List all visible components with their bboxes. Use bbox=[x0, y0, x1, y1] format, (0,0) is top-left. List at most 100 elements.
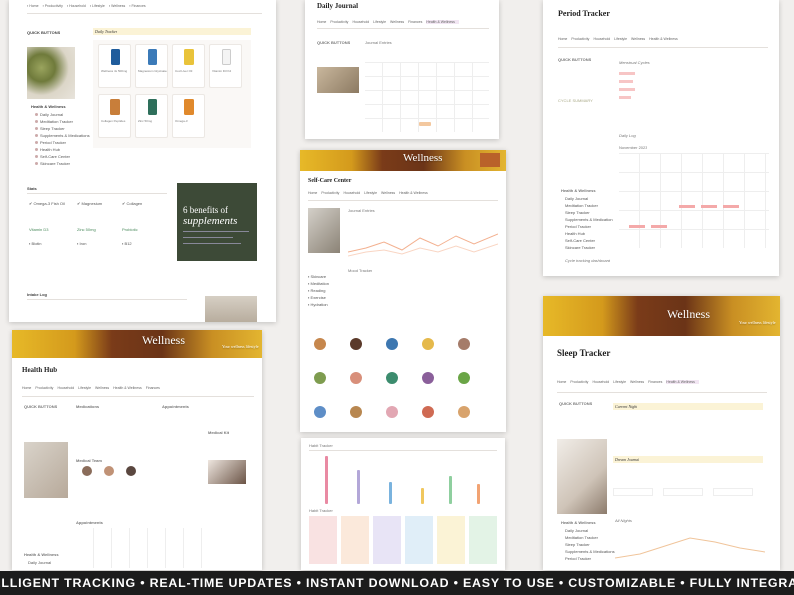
sidebar-item[interactable]: Supplements & Medication bbox=[565, 217, 613, 222]
all-nights-label: All Nights bbox=[615, 518, 632, 523]
current-night-label: Current Night bbox=[615, 404, 638, 409]
banner-sub: Your wellness lifestyle bbox=[222, 344, 259, 349]
page-title: Daily Journal bbox=[317, 2, 359, 10]
decor-image bbox=[205, 296, 257, 322]
appointments-section-label: Appointments bbox=[76, 520, 103, 525]
page-title: Health Hub bbox=[22, 366, 58, 374]
sidebar-item[interactable]: Meditation Tracker bbox=[565, 203, 598, 208]
matcha-photo bbox=[27, 47, 75, 99]
product-card[interactable]: Cod Liver Oil bbox=[172, 44, 205, 88]
banner-word: Wellness bbox=[403, 152, 443, 164]
supplement-tracker-page: ▪ Home ▪ Productivity ▪ Household ▪ Lifesty… bbox=[9, 0, 276, 322]
bar bbox=[325, 456, 328, 504]
sidebar-item[interactable]: Daily Journal bbox=[565, 196, 588, 201]
cycle-summary-label: CYCLE SUMMARY bbox=[558, 98, 593, 103]
period-tracker-page: Period Tracker Home Productivity Household… bbox=[543, 0, 779, 276]
banner-sub: Your wellness lifestyle bbox=[739, 320, 776, 325]
product-card[interactable]: Zinc 50mg bbox=[135, 94, 168, 138]
stats-heading: Stats bbox=[27, 186, 37, 191]
sidebar-item[interactable]: Daily Journal bbox=[28, 560, 51, 565]
nav-home[interactable]: ▪ Home bbox=[27, 4, 43, 8]
nav-finance[interactable]: ▪ Finances bbox=[129, 4, 149, 8]
sidebar-item[interactable]: Sleep Tracker bbox=[35, 126, 65, 131]
sidebar-item[interactable]: Period Tracker bbox=[35, 140, 66, 145]
sidebar-item[interactable]: Sleep Tracker bbox=[565, 210, 590, 215]
wellness-banner: Wellness Your wellness lifestyle bbox=[543, 296, 780, 336]
habit-table-header: Habit Tracker bbox=[309, 508, 333, 513]
medical-kit-label: Medical Kit bbox=[208, 430, 230, 435]
product-card[interactable]: Wellness 4x 500mg bbox=[98, 44, 131, 88]
journal-calendar bbox=[365, 62, 489, 132]
sidebar-item[interactable]: Self-Care Center bbox=[565, 238, 595, 243]
sidebar-item[interactable]: Health Hub bbox=[35, 147, 60, 152]
bar bbox=[421, 488, 424, 504]
bar bbox=[449, 476, 452, 504]
month-label: November 2023 bbox=[619, 145, 648, 150]
product-card[interactable]: Omega-3 bbox=[172, 94, 205, 138]
mood-tracker-label: Mood Tracker bbox=[348, 268, 373, 273]
sidebar-item[interactable]: Skincare Tracker bbox=[35, 161, 70, 166]
habit-stats-page: Habit Tracker Habit Tracker bbox=[301, 438, 505, 570]
medications-label: Medications bbox=[76, 404, 100, 409]
quick-buttons-label: QUICK BUTTONS bbox=[559, 401, 593, 406]
daily-journal-page: Daily Journal Home Productivity Household L… bbox=[305, 0, 499, 139]
sidebar-item[interactable]: Meditation Tracker bbox=[565, 535, 598, 540]
self-care-center-page: Wellness Self-Care Center Home Productivi… bbox=[300, 150, 506, 432]
doctor-avatar bbox=[126, 466, 136, 476]
product-card[interactable]: Collagen Peptides bbox=[98, 94, 131, 138]
top-nav: Home Productivity Household Lifestyle Wellne… bbox=[308, 191, 428, 195]
sidebar-item[interactable]: Sleep Tracker bbox=[565, 542, 590, 547]
doctor-avatar bbox=[104, 466, 114, 476]
doctor-avatar bbox=[82, 466, 92, 476]
journal-header: Journal Entries bbox=[348, 208, 375, 213]
sidebar-item[interactable]: Supplements & Medications bbox=[565, 549, 615, 554]
journal-entries-heading: Journal Entries bbox=[365, 40, 392, 45]
dream-journal-cards bbox=[613, 484, 763, 504]
page-title: Sleep Tracker bbox=[557, 348, 611, 358]
yoga-photo bbox=[308, 208, 340, 253]
sidebar-item[interactable]: Supplements & Medications bbox=[35, 133, 90, 138]
top-nav: Home Productivity Household Lifestyle Wellne… bbox=[558, 37, 678, 41]
bar bbox=[477, 484, 480, 504]
page-title: Self-Care Center bbox=[308, 178, 352, 184]
sidebar-heading: Health & Wellness bbox=[31, 104, 66, 109]
habit-header: Habit Tracker bbox=[309, 443, 333, 448]
sidebar-item[interactable]: Skincare Tracker bbox=[565, 245, 595, 250]
product-card[interactable]: Magnesium Glycinate bbox=[135, 44, 168, 88]
footer-tagline: INTELLIGENT TRACKING • REAL-TIME UPDATES… bbox=[0, 571, 794, 595]
quick-buttons-label: QUICK BUTTONS bbox=[27, 30, 61, 35]
promo-line2: supplements bbox=[183, 215, 238, 227]
habit-bar-chart bbox=[309, 454, 497, 504]
wellness-banner: Wellness bbox=[300, 150, 506, 171]
sleep-line-chart bbox=[615, 537, 765, 559]
cycle-tracking-label: Cycle tracking dashboard bbox=[565, 258, 611, 263]
nav-lifestyle[interactable]: ▪ Lifestyle bbox=[90, 4, 109, 8]
sidebar-item[interactable]: Meditation Tracker bbox=[35, 119, 73, 124]
woman-portrait bbox=[208, 460, 246, 484]
bar bbox=[389, 482, 392, 504]
banner-word: Wellness bbox=[667, 307, 711, 321]
medical-team-label: Medical Team bbox=[76, 458, 102, 463]
nav-household[interactable]: ▪ Household bbox=[67, 4, 90, 8]
sidebar-item[interactable]: Daily Journal bbox=[35, 112, 63, 117]
banner-word: Wellness bbox=[142, 333, 186, 347]
sidebar-item[interactable]: Period Tracker bbox=[565, 556, 591, 561]
sidebar-item[interactable]: Period Tracker bbox=[565, 224, 591, 229]
sidebar-item[interactable]: Daily Journal bbox=[565, 528, 588, 533]
top-nav: Home Productivity Household Lifestyle Wellne… bbox=[557, 380, 699, 384]
daily-log-label: Daily Log bbox=[619, 133, 636, 138]
sidebar-item[interactable]: Self-Care Center bbox=[35, 154, 70, 159]
activity-list: ▪ Skincare ▪ Meditation ▪ Reading ▪ Exercis… bbox=[308, 274, 329, 307]
quick-buttons-label: QUICK BUTTONS bbox=[558, 57, 592, 62]
period-calendar bbox=[619, 153, 769, 248]
nav-productivity[interactable]: ▪ Productivity bbox=[43, 4, 67, 8]
stats-gallery: ✔ Omega-3 Fish Oil ✔ Magnesium ✔ Collage… bbox=[29, 201, 143, 246]
page-title: Period Tracker bbox=[558, 9, 610, 18]
product-card[interactable]: Vitamin D3 K2 bbox=[209, 44, 242, 88]
wellness-banner: Wellness Your wellness lifestyle bbox=[12, 330, 262, 358]
sleep-tracker-page: Wellness Your wellness lifestyle Sleep T… bbox=[543, 296, 780, 570]
nav-wellness[interactable]: ▪ Wellness bbox=[109, 4, 129, 8]
product-gallery: Wellness 4x 500mg Magnesium Glycinate Co… bbox=[93, 40, 251, 148]
sidebar-item[interactable]: Health Hub bbox=[565, 231, 585, 236]
promo-line1: 6 benefits of bbox=[183, 205, 228, 215]
